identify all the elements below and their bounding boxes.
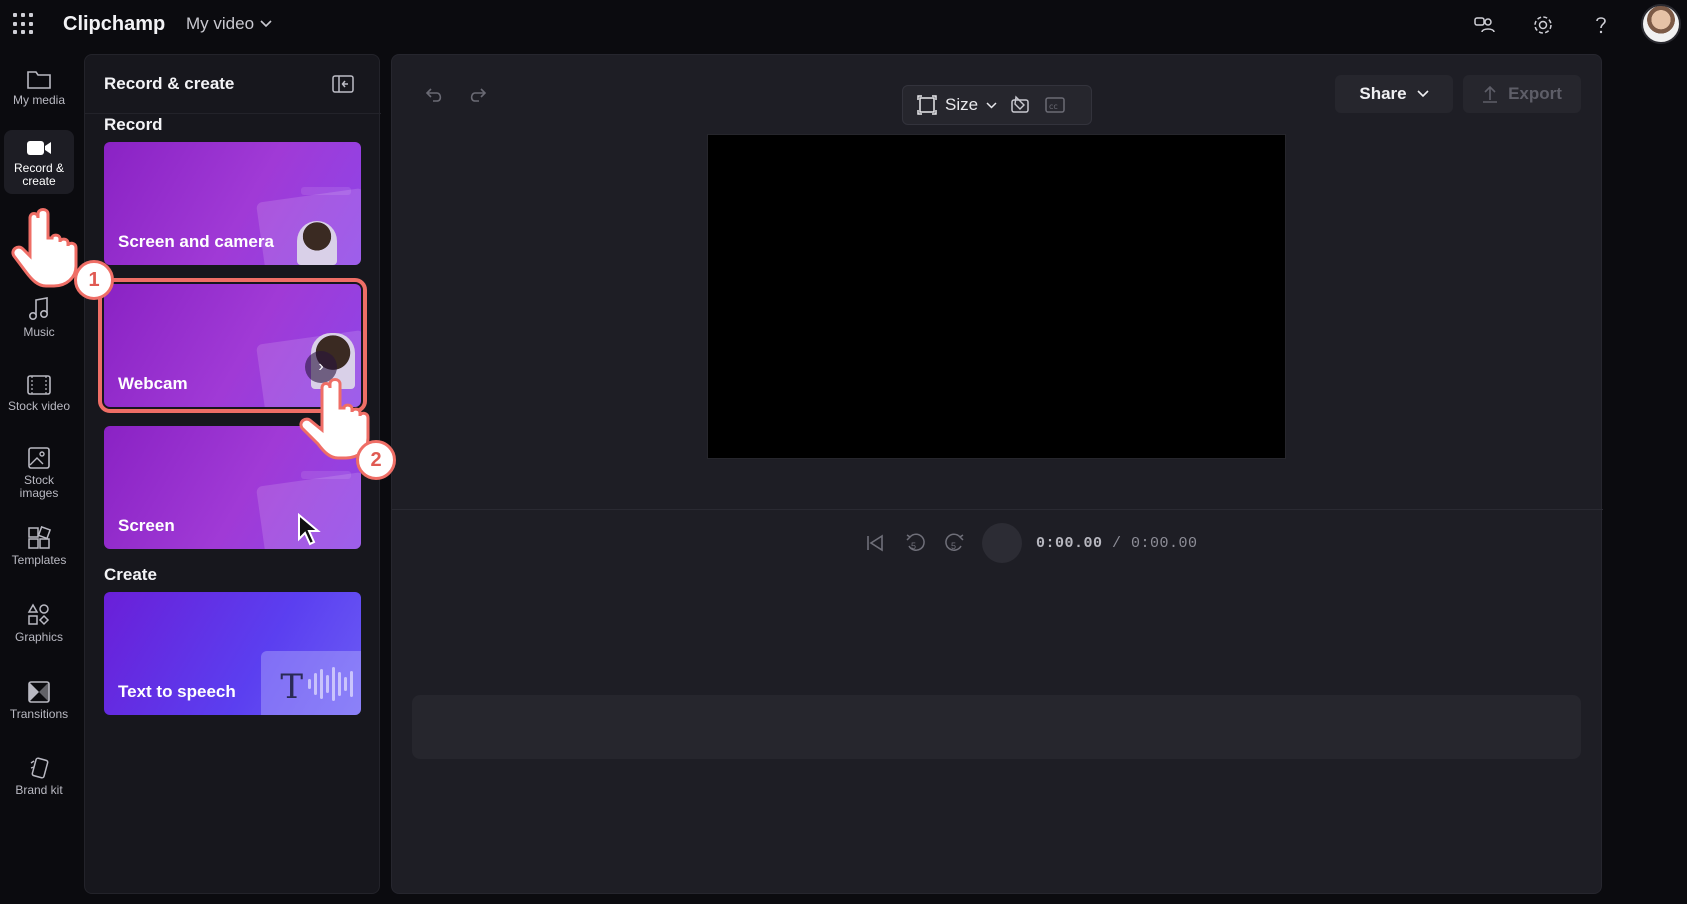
image-icon: [28, 447, 50, 469]
camera-icon: [27, 141, 51, 155]
rail-item-stock-video[interactable]: Stock video: [4, 374, 74, 413]
svg-text:cc: cc: [1049, 102, 1058, 111]
rail-item-templates[interactable]: Templates: [4, 526, 74, 567]
share-button[interactable]: Share: [1335, 75, 1453, 113]
project-name: My video: [186, 14, 255, 33]
redo-icon: [470, 88, 487, 102]
export-button[interactable]: Export: [1463, 75, 1581, 113]
screen-and-camera-card[interactable]: Screen and camera: [104, 142, 361, 265]
upload-icon: [1483, 85, 1498, 103]
share-label: Share: [1359, 84, 1407, 103]
help-icon[interactable]: [1587, 11, 1615, 39]
mouse-cursor-icon: [298, 513, 321, 546]
panel-divider: [85, 113, 381, 114]
forward-seconds: 5: [951, 541, 957, 551]
rail-item-transitions[interactable]: Transitions: [4, 680, 74, 721]
captions-button[interactable]: cc: [1041, 91, 1069, 119]
forward-5-button[interactable]: 5: [942, 530, 968, 556]
video-preview-canvas[interactable]: [707, 134, 1286, 459]
rail-item-stock-images[interactable]: Stock images: [4, 446, 74, 500]
brand-kit-icon: [30, 757, 49, 779]
editor-area: Size cc Share Export 5 5 0:00.00 / 0:00.…: [391, 54, 1603, 894]
undo-icon: [425, 88, 442, 102]
rewind-5-button[interactable]: 5: [902, 530, 928, 556]
top-bar: Clipchamp My video: [0, 0, 1687, 50]
card-decoration: [301, 187, 351, 195]
rail-item-label: Stock images: [19, 473, 59, 500]
feedback-icon[interactable]: [1470, 11, 1498, 39]
card-label: Text to speech: [118, 682, 236, 701]
rail-item-my-media[interactable]: My media: [4, 68, 74, 107]
project-name-dropdown[interactable]: My video: [186, 14, 272, 34]
rail-item-label: Record & create: [13, 161, 65, 188]
apps-grid-icon[interactable]: [13, 13, 35, 35]
chevron-down-icon: [260, 20, 272, 28]
size-dropdown[interactable]: Size: [903, 95, 997, 115]
current-time: 0:00.00: [1036, 534, 1103, 552]
record-create-panel: Record & create Record Screen and camera…: [84, 54, 381, 894]
rail-item-music[interactable]: Music: [4, 296, 74, 339]
aspect-ratio-icon: [917, 95, 937, 115]
card-label: Screen: [118, 516, 175, 535]
templates-icon: [28, 526, 51, 549]
collapse-panel-icon: [332, 75, 354, 93]
rail-item-label: Graphics: [14, 630, 64, 644]
film-icon: [27, 375, 51, 395]
rail-item-label: Brand kit: [15, 783, 63, 797]
editor-divider: [392, 509, 1603, 510]
collapse-panel-button[interactable]: [330, 71, 356, 97]
timeline-track[interactable]: [412, 695, 1581, 759]
settings-gear-icon[interactable]: [1529, 11, 1557, 39]
skip-to-start-icon: [867, 534, 883, 552]
preview-toolbar: Size cc: [902, 85, 1092, 125]
playback-controls: 5 5 0:00.00 / 0:00.00: [862, 521, 1198, 565]
timecode: 0:00.00 / 0:00.00: [1036, 535, 1198, 552]
transition-icon: [28, 681, 50, 703]
play-button[interactable]: [982, 523, 1022, 563]
time-separator: /: [1102, 534, 1132, 552]
captions-icon: cc: [1045, 97, 1065, 113]
card-label: Screen and camera: [118, 232, 274, 251]
rewind-seconds: 5: [911, 541, 917, 551]
panel-title: Record & create: [104, 74, 235, 93]
rail-item-graphics[interactable]: Graphics: [4, 603, 74, 644]
rail-item-brand-kit[interactable]: Brand kit: [4, 756, 74, 797]
size-label: Size: [945, 95, 979, 114]
shapes-icon: [27, 603, 50, 626]
total-time: 0:00.00: [1131, 534, 1198, 552]
redo-button[interactable]: [464, 82, 490, 108]
left-nav-rail: My media Record & create Music Stock vid…: [0, 50, 78, 904]
card-decoration: [301, 471, 351, 479]
rail-item-label: My media: [12, 93, 65, 107]
music-note-icon: [28, 297, 49, 320]
rail-item-label: Stock video: [7, 399, 71, 413]
background-fill-button[interactable]: [1007, 91, 1035, 119]
card-label: Webcam: [118, 374, 188, 393]
rail-item-label: Transitions: [9, 707, 69, 721]
create-section-heading: Create: [104, 565, 157, 584]
folder-icon: [27, 71, 51, 89]
presenter-thumbnail: [297, 221, 337, 265]
rail-item-record-create[interactable]: Record & create: [4, 130, 74, 194]
app-brand: Clipchamp: [63, 13, 166, 35]
skip-to-start-button[interactable]: [862, 530, 888, 556]
text-to-speech-card[interactable]: T Text to speech: [104, 592, 361, 715]
user-avatar[interactable]: [1641, 4, 1681, 44]
chevron-down-icon: [1417, 90, 1429, 98]
audio-waveform-icon: [308, 667, 353, 701]
rail-item-label: Music: [23, 325, 55, 339]
text-glyph-icon: T: [280, 667, 303, 707]
background-fill-icon: [1011, 95, 1029, 113]
step-badge-1: 1: [74, 260, 114, 300]
undo-button[interactable]: [422, 82, 448, 108]
chevron-down-icon: [986, 101, 997, 109]
step-badge-2: 2: [356, 440, 396, 480]
record-section-heading: Record: [104, 115, 163, 134]
export-label: Export: [1508, 84, 1562, 103]
rail-item-label: Templates: [11, 553, 67, 567]
